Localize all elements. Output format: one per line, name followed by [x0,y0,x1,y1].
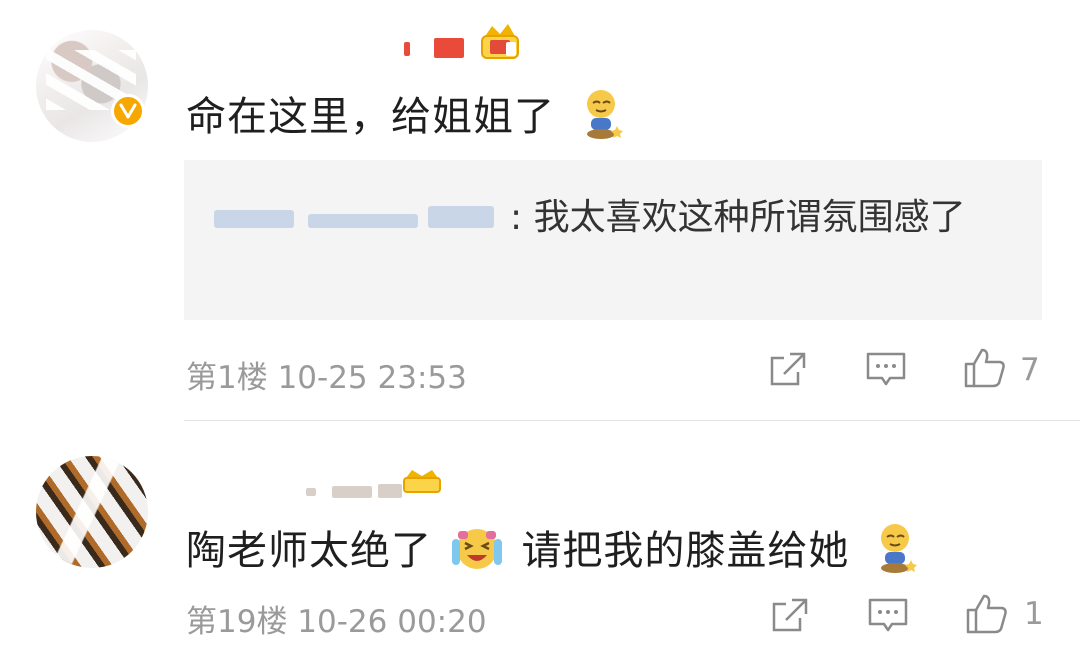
laughing-crying-emoji-icon [450,523,504,583]
verified-badge-icon [111,94,145,128]
comment-meta: 第19楼 10-26 00:20 [186,604,487,640]
crown-badge-icon [402,468,442,498]
like-button[interactable] [962,346,1008,390]
comment-text-part: 陶老师太绝了 [186,528,432,574]
quote-text: : 我太喜欢这种所谓氛围感了 [214,190,1014,246]
comment-text: 陶老师太绝了 请把我的膝盖给她 [186,518,919,584]
thumbs-up-icon [966,594,1007,634]
divider [184,420,1080,421]
kneeling-emoji-icon [877,522,919,584]
quote-text-content: : 我太喜欢这种所谓氛围感了 [510,197,966,238]
comment-text-content: 命在这里，给姐姐了 [186,94,555,140]
like-count: 7 [1020,352,1040,388]
share-button[interactable] [770,596,810,634]
avatar[interactable] [36,456,148,568]
like-count: 1 [1024,596,1044,632]
reply-icon [866,352,906,386]
share-button[interactable] [768,350,808,388]
username[interactable] [396,32,486,58]
crown-badge-icon [478,20,522,66]
share-icon [772,598,808,632]
thumbs-up-icon [964,348,1005,388]
comment-text: 命在这里，给姐姐了 [186,84,625,150]
reply-icon [868,598,908,632]
reply-button[interactable] [866,596,910,636]
kneeling-emoji-icon [583,88,625,150]
reply-button[interactable] [864,350,908,390]
share-icon [770,352,806,386]
comment-text-part: 请把我的膝盖给她 [521,528,850,574]
username[interactable] [306,476,406,502]
like-button[interactable] [964,592,1010,636]
quoted-reply[interactable]: : 我太喜欢这种所谓氛围感了 [184,160,1042,320]
comment-meta: 第1楼 10-25 23:53 [186,360,467,396]
